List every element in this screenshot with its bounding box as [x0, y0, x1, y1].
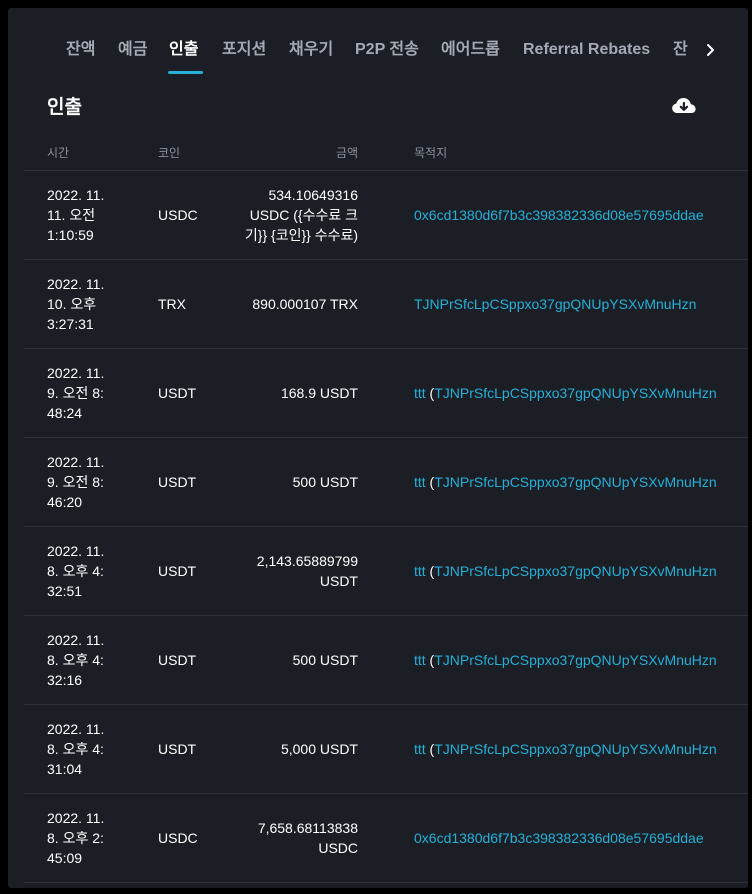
destination-paren: (: [425, 563, 435, 579]
active-tab-indicator: [168, 71, 203, 74]
tab-truncated[interactable]: 잔: [673, 39, 688, 61]
destination-address-link[interactable]: TJNPrSfcLpCSppxo37gpQNUpYSXvMnuHzn: [434, 385, 716, 401]
table-row: 2022. 11. 8. 오후 4:32:51 USDT 2,143.65889…: [24, 527, 748, 616]
destination-label: ttt: [414, 474, 426, 490]
tab-referral-rebates[interactable]: Referral Rebates: [523, 39, 650, 61]
tab-fills[interactable]: 채우기: [289, 39, 333, 61]
table-row: 2022. 11. 9. 오전 8:46:20 USDT 500 USDT tt…: [24, 438, 748, 527]
time-cell: 2022. 11. 8. 오후 4:32:51: [47, 543, 105, 599]
time-cell: 2022. 11. 9. 오전 8:46:20: [47, 454, 105, 510]
column-header-destination: 목적지: [414, 146, 448, 160]
tab-deposit[interactable]: 예금: [118, 39, 147, 61]
table-row: 2022. 11. 11. 오전 1:10:59 USDC 534.106493…: [24, 171, 748, 260]
destination-address-link[interactable]: TJNPrSfcLpCSppxo37gpQNUpYSXvMnuHzn: [434, 563, 716, 579]
withdrawal-table-body: 2022. 11. 11. 오전 1:10:59 USDC 534.106493…: [24, 171, 748, 883]
destination-cell: 0x6cd1380d6f7b3c398382336d08e57695ddae: [414, 828, 704, 848]
table-row: 2022. 11. 10. 오후 3:27:31 TRX 890.000107 …: [24, 260, 748, 349]
amount-cell: 5,000 USDT: [280, 741, 358, 757]
table-row: 2022. 11. 8. 오후 2:45:09 USDC 7,658.68113…: [24, 794, 748, 883]
cloud-download-icon[interactable]: [671, 96, 697, 116]
coin-cell: USDC: [158, 207, 198, 223]
chevron-right-icon[interactable]: [700, 38, 722, 62]
table-row: 2022. 11. 9. 오전 8:48:24 USDT 168.9 USDT …: [24, 349, 748, 438]
destination-cell: ttt (TJNPrSfcLpCSppxo37gpQNUpYSXvMnuHzn: [414, 383, 717, 403]
tab-balance[interactable]: 잔액: [66, 39, 95, 61]
amount-cell: 2,143.65889799 USDT: [256, 553, 358, 589]
column-header-time: 시간: [47, 146, 70, 160]
tab-bar: 잔액 예금 인출 포지션 채우기 P2P 전송 에어드롭 Referral Re…: [8, 8, 748, 84]
coin-cell: TRX: [158, 296, 186, 312]
destination-address-link[interactable]: 0x6cd1380d6f7b3c398382336d08e57695ddae: [414, 830, 704, 846]
tab-p2p-transfer[interactable]: P2P 전송: [355, 39, 419, 61]
destination-label: ttt: [414, 741, 426, 757]
amount-cell: 534.10649316 USDC ({수수료 크기}} {코인}} 수수료): [244, 187, 358, 243]
destination-cell: ttt (TJNPrSfcLpCSppxo37gpQNUpYSXvMnuHzn: [414, 472, 717, 492]
destination-cell: ttt (TJNPrSfcLpCSppxo37gpQNUpYSXvMnuHzn: [414, 561, 717, 581]
destination-label: ttt: [414, 563, 426, 579]
time-cell: 2022. 11. 10. 오후 3:27:31: [47, 276, 105, 332]
destination-address-link[interactable]: TJNPrSfcLpCSppxo37gpQNUpYSXvMnuHzn: [414, 296, 696, 312]
destination-address-link[interactable]: TJNPrSfcLpCSppxo37gpQNUpYSXvMnuHzn: [434, 741, 716, 757]
column-header-amount: 금액: [336, 146, 359, 160]
destination-label: ttt: [414, 652, 426, 668]
tab-withdrawal[interactable]: 인출: [169, 39, 198, 61]
amount-cell: 890.000107 TRX: [252, 296, 358, 312]
amount-cell: 500 USDT: [292, 474, 358, 490]
table-row: 2022. 11. 8. 오후 4:32:16 USDT 500 USDT tt…: [24, 616, 748, 705]
coin-cell: USDT: [158, 563, 197, 579]
destination-paren: (: [425, 385, 435, 401]
destination-label: ttt: [414, 385, 426, 401]
destination-paren: (: [425, 652, 435, 668]
destination-cell: ttt (TJNPrSfcLpCSppxo37gpQNUpYSXvMnuHzn: [414, 650, 717, 670]
tab-airdrop[interactable]: 에어드롭: [441, 39, 500, 61]
table-header: 시간 코인 금액 목적지: [24, 140, 748, 171]
destination-address-link[interactable]: TJNPrSfcLpCSppxo37gpQNUpYSXvMnuHzn: [434, 474, 716, 490]
time-cell: 2022. 11. 8. 오후 2:45:09: [47, 810, 105, 866]
destination-address-link[interactable]: TJNPrSfcLpCSppxo37gpQNUpYSXvMnuHzn: [434, 652, 716, 668]
time-cell: 2022. 11. 9. 오전 8:48:24: [47, 365, 105, 421]
coin-cell: USDC: [158, 830, 198, 846]
tab-positions[interactable]: 포지션: [222, 39, 266, 61]
coin-cell: USDT: [158, 385, 197, 401]
coin-cell: USDT: [158, 652, 197, 668]
destination-paren: (: [425, 474, 435, 490]
coin-cell: USDT: [158, 474, 197, 490]
time-cell: 2022. 11. 8. 오후 4:32:16: [47, 632, 105, 688]
amount-cell: 168.9 USDT: [280, 385, 358, 401]
destination-cell: 0x6cd1380d6f7b3c398382336d08e57695ddae: [414, 205, 704, 225]
destination-paren: (: [425, 741, 435, 757]
destination-address-link[interactable]: 0x6cd1380d6f7b3c398382336d08e57695ddae: [414, 207, 704, 223]
time-cell: 2022. 11. 11. 오전 1:10:59: [47, 187, 105, 243]
destination-cell: TJNPrSfcLpCSppxo37gpQNUpYSXvMnuHzn: [414, 294, 696, 314]
section-title: 인출: [47, 97, 82, 118]
withdrawals-panel: 잔액 예금 인출 포지션 채우기 P2P 전송 에어드롭 Referral Re…: [8, 8, 748, 888]
column-header-coin: 코인: [158, 146, 181, 160]
time-cell: 2022. 11. 8. 오후 4:31:04: [47, 721, 105, 777]
coin-cell: USDT: [158, 741, 197, 757]
amount-cell: 500 USDT: [292, 652, 358, 668]
amount-cell: 7,658.68113838 USDC: [257, 820, 358, 856]
table-row: 2022. 11. 8. 오후 4:31:04 USDT 5,000 USDT …: [24, 705, 748, 794]
destination-cell: ttt (TJNPrSfcLpCSppxo37gpQNUpYSXvMnuHzn: [414, 739, 717, 759]
